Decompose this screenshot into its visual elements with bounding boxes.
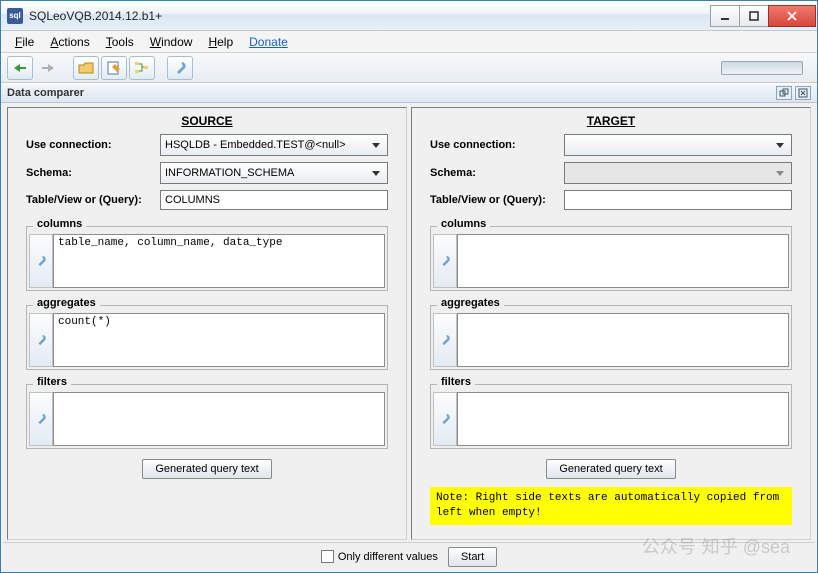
app-window: sql SQLeoVQB.2014.12.b1+ File Actions To…	[0, 0, 818, 573]
source-aggregates-wrench[interactable]	[29, 313, 53, 367]
folder-button[interactable]	[73, 56, 99, 80]
source-aggregates-fieldset: aggregates	[26, 299, 388, 370]
target-panel: TARGET Use connection: Schema:	[411, 107, 811, 540]
target-aggregates-fieldset: aggregates	[430, 299, 792, 370]
target-columns-textarea[interactable]	[457, 234, 789, 288]
target-aggregates-wrench[interactable]	[433, 313, 457, 367]
source-connection-combo[interactable]: HSQLDB - Embedded.TEST@<null>	[160, 134, 388, 156]
content-area: SOURCE Use connection: HSQLDB - Embedded…	[1, 103, 817, 572]
source-aggregates-legend: aggregates	[33, 297, 100, 309]
source-generated-query-button[interactable]: Generated query text	[142, 459, 271, 479]
chevron-down-icon	[772, 166, 788, 180]
app-icon: sql	[7, 8, 23, 24]
target-connection-label: Use connection:	[430, 139, 558, 151]
source-schema-label: Schema:	[26, 167, 154, 179]
maximize-button[interactable]	[739, 5, 769, 27]
footer: Only different values Start	[3, 542, 815, 570]
close-panel-button[interactable]	[795, 86, 811, 100]
chevron-down-icon	[772, 138, 788, 152]
panel-title: Data comparer	[7, 87, 84, 99]
target-tableview-label: Table/View or (Query):	[430, 194, 558, 206]
menu-file[interactable]: File	[9, 33, 40, 51]
progress-bar	[721, 61, 803, 75]
source-connection-label: Use connection:	[26, 139, 154, 151]
source-filters-textarea[interactable]	[53, 392, 385, 446]
minimize-button[interactable]	[710, 5, 740, 27]
panel-header: Data comparer	[1, 83, 817, 103]
detach-button[interactable]	[776, 86, 792, 100]
source-filters-legend: filters	[33, 376, 71, 388]
start-button[interactable]: Start	[448, 547, 497, 567]
target-connection-combo[interactable]	[564, 134, 792, 156]
target-columns-fieldset: columns	[430, 220, 792, 291]
chevron-down-icon	[368, 138, 384, 152]
titlebar[interactable]: sql SQLeoVQB.2014.12.b1+	[1, 1, 817, 31]
target-filters-fieldset: filters	[430, 378, 792, 449]
target-generated-query-button[interactable]: Generated query text	[546, 459, 675, 479]
target-aggregates-legend: aggregates	[437, 297, 504, 309]
source-columns-fieldset: columns	[26, 220, 388, 291]
target-filters-legend: filters	[437, 376, 475, 388]
only-different-checkbox[interactable]: Only different values	[321, 550, 438, 563]
checkbox-icon	[321, 550, 334, 563]
source-columns-wrench[interactable]	[29, 234, 53, 288]
source-header: SOURCE	[26, 112, 388, 134]
target-columns-legend: columns	[437, 218, 490, 230]
target-schema-combo[interactable]	[564, 162, 792, 184]
edit-button[interactable]	[101, 56, 127, 80]
target-columns-wrench[interactable]	[433, 234, 457, 288]
target-header: TARGET	[430, 112, 792, 134]
source-tableview-label: Table/View or (Query):	[26, 194, 154, 206]
window-title: SQLeoVQB.2014.12.b1+	[29, 9, 711, 23]
menu-help[interactable]: Help	[202, 33, 239, 51]
menu-actions[interactable]: Actions	[44, 33, 95, 51]
source-filters-fieldset: filters	[26, 378, 388, 449]
source-aggregates-textarea[interactable]	[53, 313, 385, 367]
forward-button[interactable]	[35, 56, 61, 80]
target-aggregates-textarea[interactable]	[457, 313, 789, 367]
chevron-down-icon	[368, 166, 384, 180]
target-filters-wrench[interactable]	[433, 392, 457, 446]
source-connection-value: HSQLDB - Embedded.TEST@<null>	[165, 139, 346, 151]
target-note: Note: Right side texts are automatically…	[430, 487, 792, 525]
target-tableview-input[interactable]	[564, 190, 792, 210]
close-button[interactable]	[768, 5, 816, 27]
menu-window[interactable]: Window	[144, 33, 199, 51]
source-schema-combo[interactable]: INFORMATION_SCHEMA	[160, 162, 388, 184]
source-schema-value: INFORMATION_SCHEMA	[165, 167, 294, 179]
target-filters-textarea[interactable]	[457, 392, 789, 446]
menubar: File Actions Tools Window Help Donate	[1, 31, 817, 53]
only-different-label: Only different values	[338, 551, 438, 563]
wrench-button[interactable]	[167, 56, 193, 80]
source-panel: SOURCE Use connection: HSQLDB - Embedded…	[7, 107, 407, 540]
menu-donate[interactable]: Donate	[243, 33, 294, 51]
back-button[interactable]	[7, 56, 33, 80]
source-filters-wrench[interactable]	[29, 392, 53, 446]
source-columns-textarea[interactable]	[53, 234, 385, 288]
toolbar	[1, 53, 817, 83]
source-tableview-input[interactable]	[160, 190, 388, 210]
schema-button[interactable]	[129, 56, 155, 80]
target-schema-label: Schema:	[430, 167, 558, 179]
window-buttons	[711, 5, 816, 27]
source-columns-legend: columns	[33, 218, 86, 230]
menu-tools[interactable]: Tools	[100, 33, 140, 51]
